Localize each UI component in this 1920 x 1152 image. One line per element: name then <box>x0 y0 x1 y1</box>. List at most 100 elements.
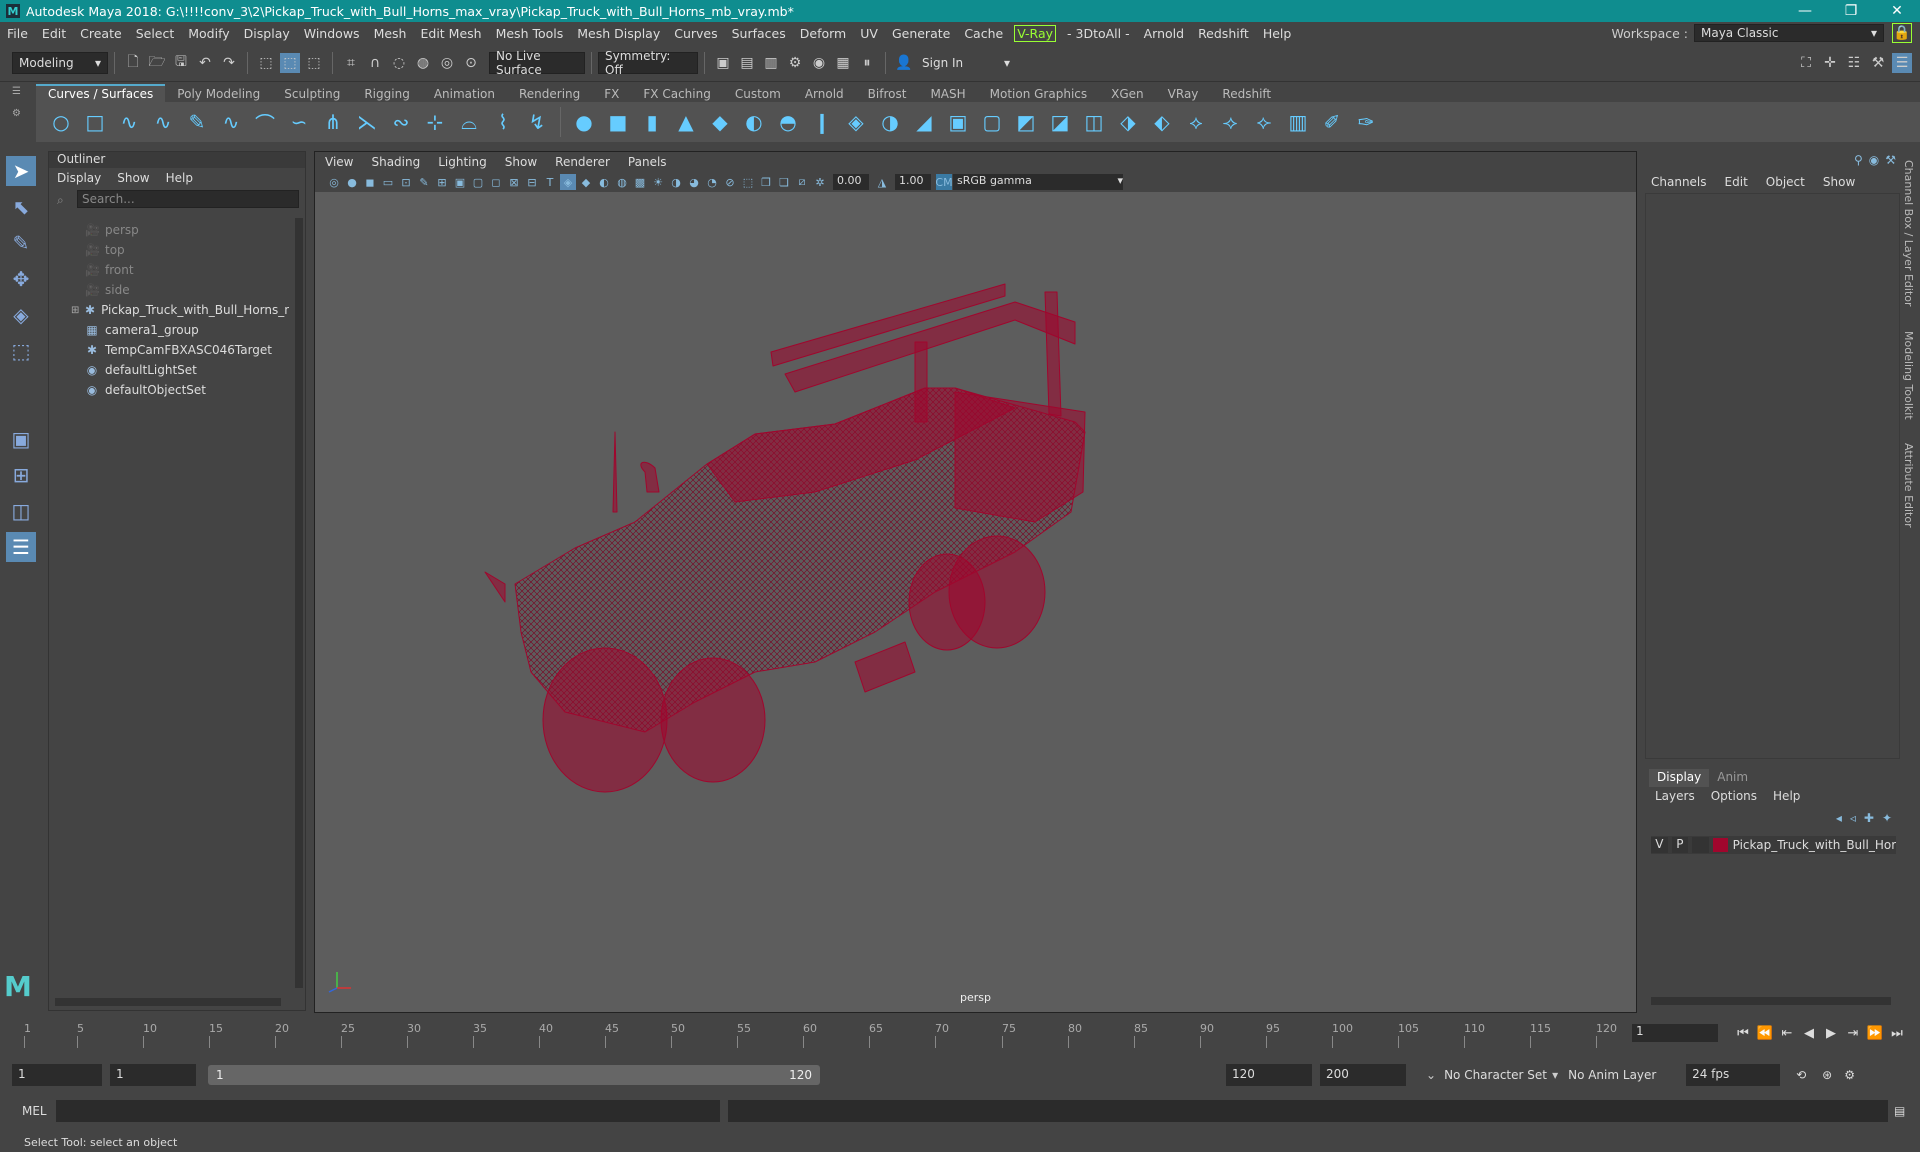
shelf-tab-mash[interactable]: MASH <box>918 86 977 102</box>
tool-toggle-icon[interactable]: ⚒ <box>1885 153 1896 167</box>
layer-menu-layers[interactable]: Layers <box>1655 789 1695 803</box>
side-tab-modeling-toolkit[interactable]: Modeling Toolkit <box>1902 331 1915 420</box>
animation-start-field[interactable]: 1 <box>12 1064 102 1086</box>
render-view-icon[interactable]: ▦ <box>833 53 853 73</box>
menu-vray[interactable]: V-Ray <box>1014 24 1057 42</box>
viewport-menu-view[interactable]: View <box>325 155 353 169</box>
scale-tool-icon[interactable]: ⬚ <box>6 336 36 366</box>
shelf-options-icon[interactable]: ☰ ⚙ <box>12 86 28 142</box>
layer-hscrollbar[interactable] <box>1651 997 1891 1005</box>
snap-point-icon[interactable]: ◌ <box>389 53 409 73</box>
revolve-icon[interactable]: ◓ <box>775 109 801 135</box>
modeling-toolkit-icon[interactable]: ⛶ <box>1796 53 1816 73</box>
nurbs-plane-icon[interactable]: ◆ <box>707 109 733 135</box>
go-to-end-icon[interactable]: ⏭ <box>1886 1026 1908 1041</box>
expand-icon[interactable]: ⊞ <box>71 305 79 316</box>
viewport-canvas[interactable] <box>315 192 1636 1012</box>
menu-mesh-display[interactable]: Mesh Display <box>570 26 667 41</box>
xray-active-icon[interactable]: ❏ <box>776 174 792 190</box>
menu-uv[interactable]: UV <box>853 26 885 41</box>
outliner-item[interactable]: ⊞ ✱ Pickap_Truck_with_Bull_Horns_ncl1_1 <box>49 300 289 320</box>
single-view-icon[interactable]: ▣ <box>6 424 36 454</box>
new-layer-selected-icon[interactable]: ✦ <box>1882 811 1892 825</box>
open-close-icon[interactable]: ⟣ <box>1251 109 1277 135</box>
sign-in-dropdown[interactable]: Sign In ▾ <box>916 51 1016 74</box>
shelf-tab-rendering[interactable]: Rendering <box>507 86 592 102</box>
viewport-menu-panels[interactable]: Panels <box>628 155 667 169</box>
layer-row[interactable]: V P Pickap_Truck_with_Bull_Horns <box>1651 836 1896 854</box>
two-view-icon[interactable]: ◫ <box>6 496 36 526</box>
play-forwards-icon[interactable]: ▶ <box>1820 1026 1842 1041</box>
resolution-gate-icon[interactable]: ▢ <box>470 174 486 190</box>
detach-surfaces-icon[interactable]: ⟢ <box>1217 109 1243 135</box>
four-view-icon[interactable]: ⊞ <box>6 460 36 490</box>
menu-redshift[interactable]: Redshift <box>1191 26 1256 41</box>
side-tab-attribute-editor[interactable]: Attribute Editor <box>1902 443 1915 528</box>
animation-end-field[interactable]: 200 <box>1320 1064 1406 1086</box>
shelf-tab-arnold[interactable]: Arnold <box>793 86 856 102</box>
xray-joints-icon[interactable]: ❐ <box>758 174 774 190</box>
menu-arnold[interactable]: Arnold <box>1137 26 1191 41</box>
new-scene-icon[interactable]: 🗋 <box>123 53 143 73</box>
range-slider[interactable]: 1 120 <box>208 1065 820 1085</box>
play-backwards-icon[interactable]: ◀ <box>1798 1026 1820 1041</box>
grease-pencil-icon[interactable]: ✎ <box>416 174 432 190</box>
menu-surfaces[interactable]: Surfaces <box>725 26 793 41</box>
restore-button[interactable]: ❐ <box>1828 3 1874 19</box>
nurbs-cylinder-icon[interactable]: ▮ <box>639 109 665 135</box>
wireframe-on-shaded-icon[interactable]: ◍ <box>614 174 630 190</box>
snap-plane-icon[interactable]: ⊙ <box>461 53 481 73</box>
auto-key-icon[interactable]: ⊛ <box>1822 1068 1832 1082</box>
shelf-tab-animation[interactable]: Animation <box>422 86 507 102</box>
go-to-start-icon[interactable]: ⏮ <box>1732 1026 1754 1041</box>
menu-help[interactable]: Help <box>1256 26 1299 41</box>
outliner-item[interactable]: 🎥 top <box>49 240 289 260</box>
loop-icon[interactable]: ⟲ <box>1796 1068 1806 1082</box>
attribute-editor-icon[interactable]: ☷ <box>1844 53 1864 73</box>
smooth-shade-icon[interactable]: ◆ <box>578 174 594 190</box>
nurbs-circle-icon[interactable]: ○ <box>48 109 74 135</box>
menu-curves[interactable]: Curves <box>667 26 724 41</box>
menu-display[interactable]: Display <box>237 26 297 41</box>
render-settings-icon[interactable]: ⚙ <box>785 53 805 73</box>
ipr-render-icon[interactable]: ▥ <box>761 53 781 73</box>
menu-deform[interactable]: Deform <box>793 26 853 41</box>
menu-mesh[interactable]: Mesh <box>367 26 414 41</box>
planar-icon[interactable]: ◈ <box>843 109 869 135</box>
layer-menu-options[interactable]: Options <box>1711 789 1757 803</box>
move-layer-up-icon[interactable]: ◂ <box>1836 811 1842 825</box>
sculpt-icon[interactable]: ▥ <box>1285 109 1311 135</box>
select-camera-icon[interactable]: ◎ <box>326 174 342 190</box>
command-input[interactable] <box>56 1100 720 1122</box>
minimize-button[interactable]: — <box>1782 3 1828 19</box>
layer-tab-display[interactable]: Display <box>1649 769 1710 787</box>
current-frame-field[interactable]: 1 <box>1632 1024 1718 1042</box>
trim-icon[interactable]: ⬗ <box>1115 109 1141 135</box>
channel-box-icon[interactable]: ☰ <box>1892 52 1912 73</box>
menu-modify[interactable]: Modify <box>181 26 236 41</box>
menuset-dropdown[interactable]: Modeling ▾ <box>12 51 108 74</box>
playback-end-field[interactable]: 120 <box>1226 1064 1312 1086</box>
curve-tool-icon[interactable]: ∽ <box>286 109 312 135</box>
character-controls-icon[interactable]: ✛ <box>1820 53 1840 73</box>
menu-generate[interactable]: Generate <box>885 26 957 41</box>
outliner-search-input[interactable]: Search... <box>77 190 299 208</box>
shelf-tab-custom[interactable]: Custom <box>723 86 793 102</box>
field-chart-icon[interactable]: ⊠ <box>506 174 522 190</box>
insert-knot-icon[interactable]: ⊹ <box>422 109 448 135</box>
color-management-icon[interactable]: CM <box>935 174 953 190</box>
boundary-icon[interactable]: ▣ <box>945 109 971 135</box>
side-tab-channel-box-layer-editor[interactable]: Channel Box / Layer Editor <box>1902 160 1915 307</box>
outliner-hscrollbar[interactable] <box>55 998 281 1006</box>
undo-icon[interactable]: ↶ <box>195 53 215 73</box>
menu-file[interactable]: File <box>0 26 35 41</box>
menu-select[interactable]: Select <box>129 26 182 41</box>
menu-3dtoall[interactable]: - 3DtoAll - <box>1060 26 1137 41</box>
reverse-curve-icon[interactable]: ↯ <box>524 109 550 135</box>
cv-curve-icon[interactable]: ∿ <box>116 109 142 135</box>
ambient-occlusion-icon[interactable]: ◕ <box>686 174 702 190</box>
intersect-icon[interactable]: ◪ <box>1047 109 1073 135</box>
shelf-tab-curves-surfaces[interactable]: Curves / Surfaces <box>36 84 166 102</box>
outliner-item[interactable]: ◉ defaultLightSet <box>49 360 289 380</box>
menu-mesh-tools[interactable]: Mesh Tools <box>489 26 571 41</box>
